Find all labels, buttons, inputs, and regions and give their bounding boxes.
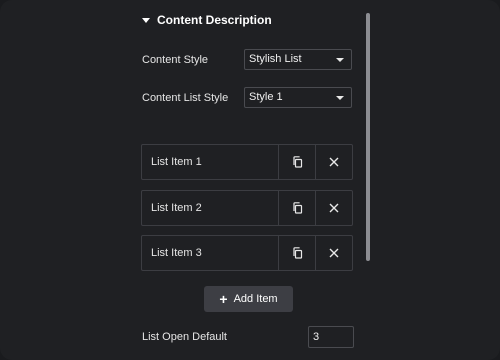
- content-style-label: Content Style: [142, 54, 209, 66]
- scrollbar[interactable]: [366, 13, 370, 261]
- remove-button[interactable]: [315, 236, 352, 270]
- add-item-button[interactable]: + Add Item: [204, 286, 293, 312]
- list-open-default-label: List Open Default: [142, 331, 227, 343]
- plus-icon: +: [219, 291, 228, 307]
- remove-button[interactable]: [315, 145, 352, 179]
- section-title: Content Description: [157, 13, 272, 27]
- list-item[interactable]: List Item 2: [141, 190, 353, 226]
- list-item[interactable]: List Item 1: [141, 144, 353, 180]
- content-list-style-select[interactable]: Style 1: [244, 87, 352, 108]
- list-item-label: List Item 2: [151, 202, 202, 214]
- list-open-default-value: 3: [313, 331, 320, 343]
- copy-icon: [292, 202, 302, 214]
- content-style-select[interactable]: Stylish List: [244, 49, 352, 70]
- duplicate-button[interactable]: [278, 145, 315, 179]
- chevron-down-icon: [336, 58, 344, 62]
- settings-panel: Content Description Content Style Stylis…: [132, 0, 370, 360]
- list-item[interactable]: List Item 3: [141, 235, 353, 271]
- copy-icon: [292, 247, 302, 259]
- close-icon: [329, 248, 339, 258]
- section-toggle[interactable]: Content Description: [142, 12, 272, 28]
- duplicate-button[interactable]: [278, 236, 315, 270]
- chevron-down-icon: [336, 96, 344, 100]
- list-item-label: List Item 1: [151, 156, 202, 168]
- caret-down-icon: [142, 17, 150, 23]
- duplicate-button[interactable]: [278, 191, 315, 225]
- close-icon: [329, 157, 339, 167]
- editor-window: Content Description Content Style Stylis…: [0, 0, 500, 360]
- copy-icon: [292, 156, 302, 168]
- list-item-label: List Item 3: [151, 247, 202, 259]
- close-icon: [329, 203, 339, 213]
- content-list-style-value: Style 1: [249, 91, 283, 103]
- content-style-value: Stylish List: [249, 53, 302, 65]
- remove-button[interactable]: [315, 191, 352, 225]
- add-item-label: Add Item: [233, 293, 278, 305]
- list-open-default-input[interactable]: 3: [308, 326, 354, 348]
- content-list-style-label: Content List Style: [142, 92, 229, 104]
